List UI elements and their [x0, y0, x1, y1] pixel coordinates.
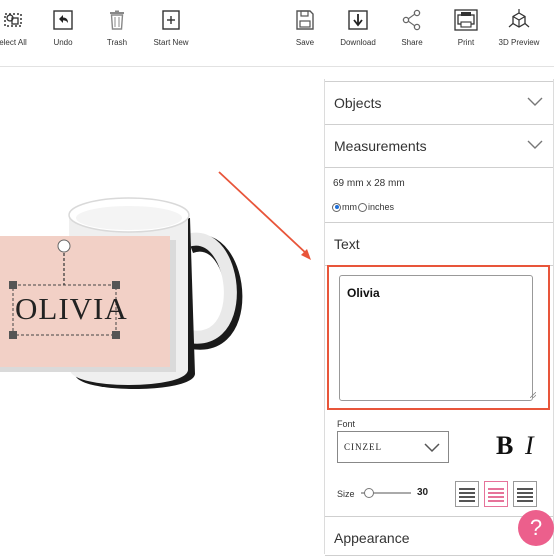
objects-title: Objects [334, 95, 382, 111]
measurements-title: Measurements [334, 138, 427, 154]
appearance-title: Appearance [334, 530, 410, 546]
italic-button[interactable]: I [525, 431, 534, 461]
align-right-button[interactable] [513, 481, 537, 507]
toolbar: elect All Undo Trash Start New Save Down… [0, 0, 554, 67]
align-left-button[interactable] [455, 481, 479, 507]
font-select-value: Cinzel [344, 442, 382, 452]
bold-button[interactable]: B [496, 431, 513, 461]
properties-panel: Objects Measurements 69 mm x 28 mm mm in… [324, 79, 554, 556]
size-slider-knob[interactable] [364, 488, 374, 498]
unit-mm-label: mm [342, 202, 357, 212]
3d-preview-button[interactable]: 3D Preview [484, 8, 554, 47]
save-icon [296, 10, 314, 30]
select-all-icon [4, 13, 22, 27]
rotate-handle-icon[interactable] [57, 239, 71, 253]
textbox-highlight: Olivia [327, 265, 550, 410]
chevron-down-icon [527, 140, 543, 149]
share-icon [402, 9, 421, 31]
accordion-objects[interactable]: Objects [325, 81, 553, 125]
start-new-button[interactable]: Start New [136, 8, 206, 47]
resize-grip-icon[interactable] [530, 392, 536, 398]
design-canvas[interactable]: OLIVIA [0, 67, 322, 554]
trash-icon [110, 10, 124, 30]
font-label: Font [337, 419, 356, 429]
resize-handle[interactable] [9, 331, 17, 339]
resize-handle[interactable] [9, 281, 17, 289]
unit-inches-radio[interactable] [358, 202, 367, 212]
size-label: Size [337, 489, 355, 499]
text-input[interactable]: Olivia [339, 275, 533, 401]
unit-mm-radio[interactable] [332, 202, 341, 212]
plus-icon [162, 10, 180, 30]
annotation-arrow [218, 171, 309, 256]
text-section-title: Text [334, 236, 360, 252]
font-select[interactable]: Cinzel [337, 431, 449, 463]
3d-preview-label: 3D Preview [498, 38, 540, 47]
cube-icon [508, 9, 530, 28]
accordion-text[interactable]: Text [325, 222, 553, 266]
resize-handle[interactable] [112, 281, 120, 289]
dimensions-readout: 69 mm x 28 mm [333, 178, 405, 189]
chevron-down-icon [527, 97, 543, 106]
accordion-measurements[interactable]: Measurements [325, 124, 553, 168]
resize-handle[interactable] [112, 331, 120, 339]
help-button[interactable]: ? [518, 510, 554, 546]
design-text[interactable]: OLIVIA [15, 291, 128, 326]
undo-icon [53, 10, 73, 30]
start-new-label: Start New [153, 38, 189, 47]
unit-selector: mm inches [332, 202, 394, 212]
unit-inches-label: inches [368, 202, 395, 212]
mug-preview: OLIVIA [0, 171, 311, 389]
size-value: 30 [417, 487, 429, 498]
align-center-button[interactable] [484, 481, 508, 507]
download-icon [348, 10, 368, 30]
chevron-down-icon [424, 443, 440, 453]
print-icon [454, 9, 478, 31]
